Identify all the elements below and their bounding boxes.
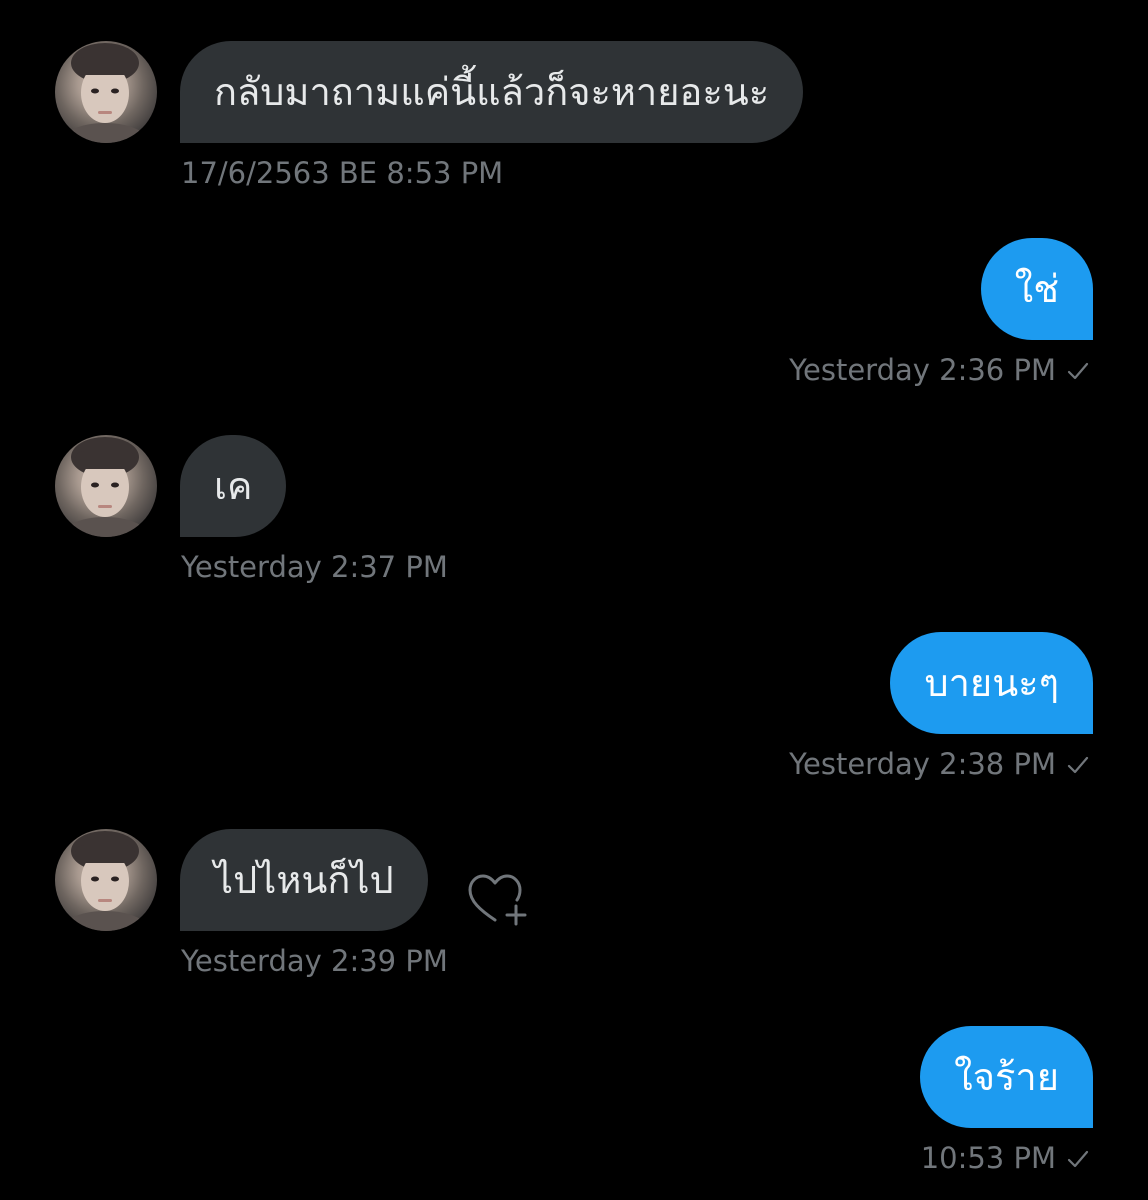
checkmark-icon (1067, 756, 1089, 773)
message-timestamp-row: Yesterday 2:36 PM (789, 356, 1090, 385)
avatar-photo (59, 437, 151, 537)
message-bubble-outgoing[interactable]: บายนะๆ (890, 632, 1093, 734)
message-timestamp-row: Yesterday 2:38 PM (789, 750, 1090, 779)
avatar[interactable] (55, 435, 157, 537)
checkmark-icon (1067, 362, 1089, 379)
message-bubble-outgoing[interactable]: ใช่ (980, 238, 1093, 340)
avatar-photo (59, 43, 151, 143)
message-text: ใช่ (1014, 267, 1059, 311)
message-bubble-outgoing[interactable]: ใจร้าย (920, 1026, 1093, 1128)
avatar-photo (59, 831, 151, 931)
message-bubble-incoming[interactable]: เค (180, 435, 287, 537)
message-timestamp: Yesterday 2:39 PM (181, 944, 448, 978)
message-bubble-incoming[interactable]: ไปไหนก็ไป (180, 829, 428, 931)
message-bubble-incoming[interactable]: กลับมาถามแค่นี้แล้วก็จะหายอะนะ (180, 41, 804, 143)
message-timestamp-row: 10:53 PM (921, 1144, 1090, 1173)
conversation: กลับมาถามแค่นี้แล้วก็จะหายอะนะ 17/6/2563… (0, 0, 1148, 1200)
checkmark-icon (1067, 1150, 1089, 1167)
avatar[interactable] (55, 829, 157, 931)
heart-plus-icon[interactable] (466, 870, 528, 932)
message-timestamp: Yesterday 2:36 PM (789, 353, 1056, 387)
avatar[interactable] (55, 41, 157, 143)
message-timestamp: 17/6/2563 BE 8:53 PM (181, 156, 504, 190)
message-timestamp: Yesterday 2:37 PM (181, 550, 448, 584)
message-text: เค (214, 464, 253, 508)
message-text: ไปไหนก็ไป (214, 858, 394, 902)
message-timestamp: Yesterday 2:38 PM (789, 747, 1056, 781)
message-text: บายนะๆ (924, 661, 1059, 705)
message-text: กลับมาถามแค่นี้แล้วก็จะหายอะนะ (214, 70, 770, 114)
message-text: ใจร้าย (954, 1055, 1059, 1099)
message-timestamp: 10:53 PM (920, 1141, 1056, 1175)
